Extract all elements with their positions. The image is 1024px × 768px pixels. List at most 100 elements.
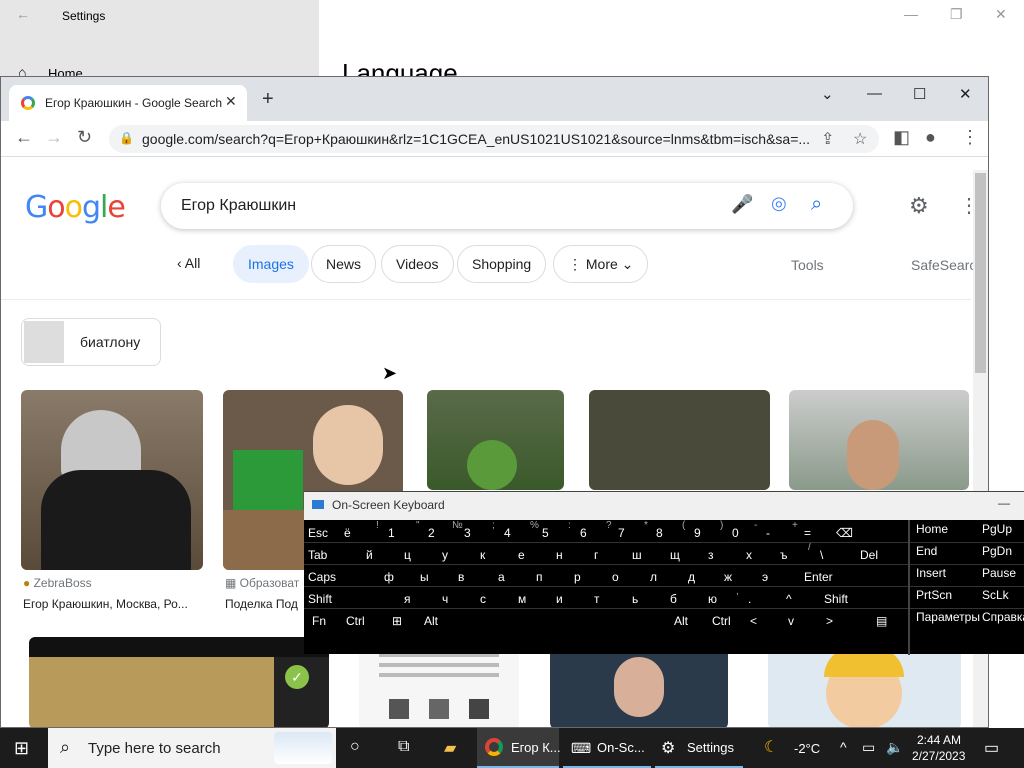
minimize-icon[interactable]: —: [904, 6, 918, 22]
search-query[interactable]: Егор Краюшкин: [181, 197, 296, 215]
related-search-chip[interactable]: биатлону: [21, 318, 161, 366]
mouse-cursor-icon: ➤: [382, 363, 398, 383]
taskbar-app-osk[interactable]: ⌨ On-Sc...: [563, 728, 651, 768]
nav-all[interactable]: ‹ All: [177, 255, 200, 271]
osk-key-shift-label: :: [568, 520, 571, 531]
nav-tools[interactable]: Tools: [791, 257, 824, 273]
side-panel-icon[interactable]: ◧: [893, 127, 910, 148]
osk-nav-key[interactable]: PgUp: [982, 522, 1013, 540]
result-caption[interactable]: Поделка Под: [225, 597, 303, 611]
osk-nav-key[interactable]: End: [916, 544, 938, 562]
osk-key-shift-label: *: [644, 520, 648, 531]
taskbar-search-placeholder: Type here to search: [88, 740, 221, 757]
weather-moon-icon[interactable]: ☾: [764, 737, 778, 757]
result-image[interactable]: [427, 390, 564, 490]
browser-tab[interactable]: Егор Краюшкин - Google Search ✕: [9, 85, 247, 121]
google-logo[interactable]: Google: [25, 190, 126, 225]
osk-nav-key[interactable]: Справка: [982, 610, 1024, 628]
url-text[interactable]: google.com/search?q=Егор+Краюшкин&rlz=1C…: [142, 131, 812, 147]
back-icon[interactable]: ←: [15, 127, 33, 148]
result-image[interactable]: [789, 390, 969, 490]
gear-icon: ⚙: [661, 740, 676, 757]
forward-icon[interactable]: →: [45, 127, 63, 148]
chevron-left-icon: ‹: [177, 255, 185, 271]
lens-camera-icon[interactable]: ◎: [771, 193, 787, 214]
osk-nav-key[interactable]: PgDn: [982, 544, 1013, 562]
close-icon[interactable]: ✕: [959, 85, 972, 103]
osk-nav-key[interactable]: ScLk: [982, 588, 1009, 606]
minimize-icon[interactable]: —: [867, 85, 882, 102]
osk-nav-key[interactable]: Параметры: [916, 610, 980, 628]
bookmark-star-icon[interactable]: ☆: [853, 129, 867, 149]
clock-time[interactable]: 2:44 AM: [917, 733, 961, 747]
microphone-icon[interactable]: 🎤: [731, 194, 753, 215]
profile-avatar-icon[interactable]: ●: [925, 127, 936, 148]
osk-key-label: ю: [708, 592, 717, 606]
tab-close-icon[interactable]: ✕: [225, 93, 237, 110]
result-caption[interactable]: Егор Краюшкин, Москва, Ро...: [23, 597, 203, 611]
osk-nav-key[interactable]: Insert: [916, 566, 947, 584]
osk-key-shift-label: -: [754, 520, 758, 531]
notifications-icon[interactable]: ▭: [984, 738, 999, 758]
osk-key-label: в: [458, 570, 465, 584]
osk-key-shift-label: ;: [492, 520, 495, 531]
cortana-icon[interactable]: ○: [350, 738, 360, 756]
chevron-up-icon[interactable]: ^: [840, 739, 847, 755]
settings-gear-icon[interactable]: ⚙: [909, 193, 929, 219]
task-view-icon[interactable]: ⧉: [398, 738, 409, 756]
restore-icon[interactable]: ❐: [950, 6, 963, 23]
osk-key-label: х: [746, 548, 752, 562]
tab-search-icon[interactable]: ⌄: [821, 85, 834, 103]
lock-icon[interactable]: 🔒: [119, 131, 134, 145]
osk-key-label: д: [688, 570, 696, 584]
nav-news[interactable]: News: [311, 245, 377, 283]
back-arrow-icon[interactable]: ←: [16, 6, 30, 22]
osk-key-shift-label: %: [530, 520, 539, 531]
osk-divider: [908, 520, 910, 655]
result-image[interactable]: [21, 390, 203, 570]
share-icon[interactable]: ⇪: [821, 129, 834, 149]
taskbar-app-chrome[interactable]: Егор К...: [477, 728, 561, 768]
osk-key-label: т: [594, 592, 600, 606]
close-icon[interactable]: ✕: [995, 6, 1007, 23]
volume-icon[interactable]: 🔈: [886, 739, 903, 756]
osk-key-label: Del: [860, 548, 879, 562]
file-explorer-icon[interactable]: ▰: [444, 738, 456, 758]
address-bar[interactable]: 🔒 google.com/search?q=Егор+Краюшкин&rlz=…: [109, 125, 879, 153]
taskbar-search[interactable]: ⌕ Type here to search: [48, 728, 336, 768]
minimize-icon[interactable]: —: [998, 496, 1010, 510]
nav-images[interactable]: Images: [233, 245, 309, 283]
osk-nav-key[interactable]: Home: [916, 522, 949, 540]
nav-more[interactable]: ⋮ More ⌄: [553, 245, 649, 283]
divider: [1, 299, 971, 300]
osk-nav-key[interactable]: PrtScn: [916, 588, 953, 606]
weather-temp[interactable]: -2°C: [794, 741, 820, 756]
osk-key-label: ш: [632, 548, 642, 562]
search-box[interactable]: Егор Краюшкин 🎤 ◎ ⌕: [161, 183, 853, 229]
menu-dots-icon[interactable]: ⋮: [961, 127, 979, 148]
google-favicon-icon: [21, 96, 35, 110]
windows-start-icon[interactable]: ⊞: [14, 738, 29, 759]
reload-icon[interactable]: ↻: [77, 127, 92, 148]
maximize-icon[interactable]: ☐: [913, 85, 926, 103]
result-source[interactable]: ● ZebraBoss: [23, 576, 92, 590]
result-source[interactable]: ▦ Образоват: [225, 576, 303, 590]
result-image[interactable]: ✓: [29, 637, 329, 727]
osk-key-label: е: [518, 548, 525, 562]
osk-key-label: Alt: [424, 614, 439, 628]
osk-key-label: 4: [504, 526, 511, 540]
nav-videos[interactable]: Videos: [381, 245, 454, 283]
osk-nav-key[interactable]: Pause: [982, 566, 1017, 584]
clock-date[interactable]: 2/27/2023: [912, 749, 965, 763]
nav-shopping[interactable]: Shopping: [457, 245, 547, 283]
new-tab-icon[interactable]: +: [262, 88, 274, 111]
logo-letter: e: [107, 190, 125, 225]
result-image[interactable]: [589, 390, 770, 490]
osk-key-label: у: [442, 548, 448, 562]
search-icon[interactable]: ⌕: [811, 193, 822, 216]
osk-key-label: ж: [724, 570, 733, 584]
scrollbar-thumb[interactable]: [975, 173, 986, 373]
site-favicon-icon: ●: [23, 576, 34, 590]
network-icon[interactable]: ▭: [862, 739, 875, 756]
taskbar-app-settings[interactable]: ⚙ Settings: [655, 728, 743, 768]
